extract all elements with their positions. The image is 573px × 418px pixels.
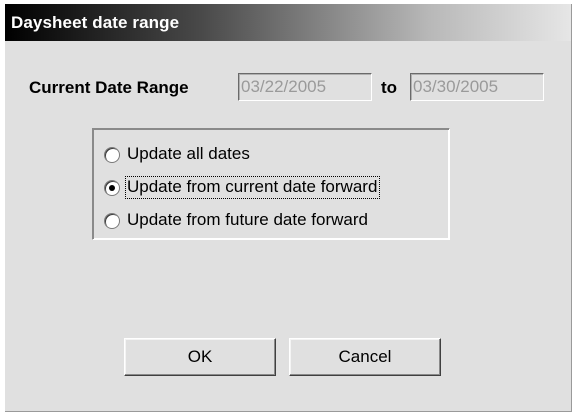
radio-button-icon[interactable] [104,213,120,229]
radio-label[interactable]: Update from current date forward [124,176,381,199]
update-options-group: Update all dates Update from current dat… [92,128,450,240]
ok-button[interactable]: OK [124,338,276,376]
daysheet-date-range-dialog: Daysheet date range Current Date Range 0… [5,4,572,412]
title-bar[interactable]: Daysheet date range [5,4,571,41]
date-from-field: 03/22/2005 [238,73,372,101]
radio-button-selected-icon[interactable] [104,180,120,196]
dialog-title: Daysheet date range [11,13,180,32]
radio-label[interactable]: Update from future date forward [126,210,370,231]
radio-label[interactable]: Update all dates [126,144,252,165]
radio-dot-icon [109,185,115,191]
radio-button-icon[interactable] [104,147,120,163]
date-to-field: 03/30/2005 [410,73,544,101]
cancel-button[interactable]: Cancel [289,338,441,376]
to-label: to [381,78,398,97]
current-date-range-label: Current Date Range [29,78,189,97]
